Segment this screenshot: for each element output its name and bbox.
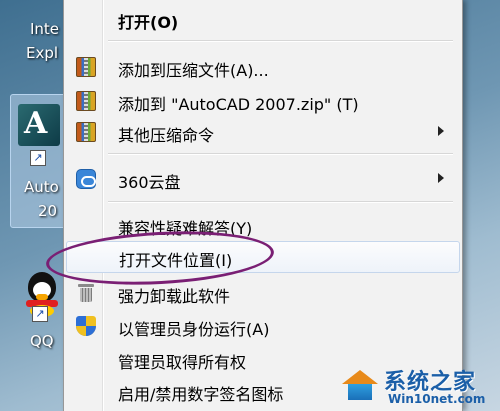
desktop-icon-label-autocad-line2[interactable]: 20 xyxy=(38,200,57,222)
desktop-icon-label-qq[interactable]: QQ xyxy=(30,330,54,352)
menu-item-label: 360云盘 xyxy=(118,173,181,192)
menu-item-label: 强力卸载此软件 xyxy=(118,287,231,306)
menu-item-label: 以管理员身份运行(A) xyxy=(118,320,270,339)
menu-item-add-to-archive[interactable]: 添加到压缩文件(A)... xyxy=(66,52,458,82)
menu-item-add-to-zip[interactable]: 添加到 "AutoCAD 2007.zip" (T) xyxy=(66,86,458,116)
menu-item-other-compress[interactable]: 其他压缩命令 xyxy=(66,117,458,147)
shortcut-arrow-icon: ↗ xyxy=(30,150,46,166)
menu-item-label: 启用/禁用数字签名图标 xyxy=(118,385,284,404)
menu-item-label: 添加到压缩文件(A)... xyxy=(118,61,269,80)
menu-item-label: 添加到 "AutoCAD 2007.zip" (T) xyxy=(118,95,359,114)
menu-item-label: 其他压缩命令 xyxy=(118,126,215,145)
desktop-icon-label-ie-line1[interactable]: Inte xyxy=(30,18,59,40)
autocad-icon: A xyxy=(18,104,60,146)
menu-item-run-as-admin[interactable]: 以管理员身份运行(A) xyxy=(66,311,458,341)
winrar-archive-icon xyxy=(76,91,96,111)
desktop-icon-label-ie-line2[interactable]: Expl xyxy=(26,42,58,64)
shortcut-arrow-icon: ↗ xyxy=(32,306,48,322)
menu-separator xyxy=(108,40,453,42)
context-menu: 打开(O) 添加到压缩文件(A)... 添加到 "AutoCAD 2007.zi… xyxy=(63,0,463,411)
watermark: 系统之家 Win10net.com xyxy=(336,358,500,411)
menu-separator xyxy=(108,153,453,155)
desktop-icon-label-autocad-line1[interactable]: Auto xyxy=(24,176,59,198)
uac-shield-icon xyxy=(76,316,96,336)
house-logo-icon xyxy=(342,370,378,402)
submenu-arrow-icon xyxy=(438,126,444,136)
menu-separator xyxy=(108,201,453,203)
menu-item-360-cloud[interactable]: 360云盘 xyxy=(66,164,458,194)
submenu-arrow-icon xyxy=(438,173,444,183)
watermark-url: Win10net.com xyxy=(388,392,486,406)
menu-item-open[interactable]: 打开(O) xyxy=(66,4,458,34)
winrar-archive-icon xyxy=(76,122,96,142)
menu-item-label: 打开(O) xyxy=(118,13,179,32)
winrar-archive-icon xyxy=(76,57,96,77)
trash-icon xyxy=(78,283,94,303)
cloud-disk-icon xyxy=(76,169,96,189)
menu-item-label: 管理员取得所有权 xyxy=(118,353,247,372)
